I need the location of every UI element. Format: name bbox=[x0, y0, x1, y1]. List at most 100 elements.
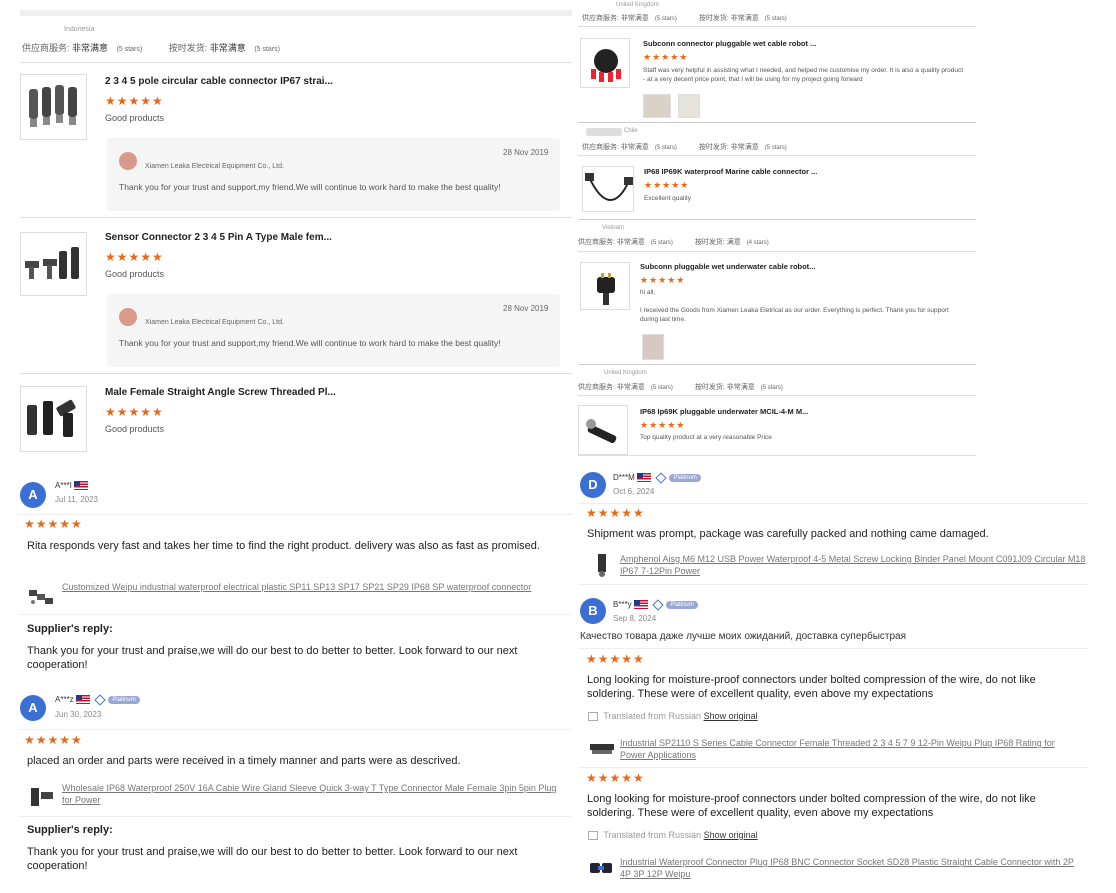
product-thumbnail[interactable] bbox=[582, 166, 634, 212]
divider bbox=[578, 455, 976, 456]
rating-line: 供应商服务: 非常满意 (5 stars) 按时发货: 非常满意 (5 star… bbox=[578, 384, 783, 391]
connector-image-icon bbox=[590, 744, 614, 754]
review-comment: Excellent quality bbox=[644, 195, 691, 202]
review-photo[interactable] bbox=[643, 94, 671, 118]
reviewer-avatar: A bbox=[20, 482, 46, 508]
divider bbox=[20, 62, 572, 63]
show-original-link[interactable]: Show original bbox=[704, 830, 758, 840]
reply-text: Thank you for your trust and support,my … bbox=[119, 182, 501, 192]
product-title[interactable]: Subconn connector pluggable wet cable ro… bbox=[643, 39, 816, 48]
rating-line: 供应商服务: 非常满意 (5 stars) 按时发货: 非常满意 (5 star… bbox=[22, 43, 280, 53]
left-top-panel: Indonesia 供应商服务: 非常满意 (5 stars) 按时发货: 非常… bbox=[20, 10, 572, 465]
product-thumbnail[interactable] bbox=[580, 262, 630, 310]
supplier-avatar bbox=[119, 152, 137, 170]
right-top-panel: United Kingdom 供应商服务: 非常满意 (5 stars) 按时发… bbox=[578, 0, 978, 460]
connector-image-icon bbox=[586, 419, 617, 443]
review-text: Rita responds very fast and takes her ti… bbox=[27, 540, 540, 552]
product-link[interactable]: Wholesale IP68 Waterproof 250V 16A Cable… bbox=[62, 782, 567, 806]
platinum-badge: Platinum bbox=[666, 600, 698, 609]
us-flag-icon bbox=[75, 695, 90, 705]
product-link[interactable]: Customized Weipu industrial waterproof e… bbox=[62, 581, 542, 593]
rating-line: 供应商服务: 非常满意 (5 stars) 按时发货: 满意 (4 stars) bbox=[578, 239, 769, 246]
reviewer-country: Chile bbox=[624, 128, 638, 134]
product-title[interactable]: 2 3 4 5 pole circular cable connector IP… bbox=[105, 76, 333, 87]
rating-stars: ★★★★★ bbox=[24, 733, 83, 747]
product-title[interactable]: IP68 IP69K waterproof Marine cable conne… bbox=[644, 167, 817, 176]
translate-icon bbox=[588, 712, 598, 722]
product-link[interactable]: Amphenol Aisg M6 M12 USB Power Waterproo… bbox=[620, 553, 1086, 577]
connector-image-icon bbox=[31, 788, 53, 806]
product-link[interactable]: Industrial SP2110 S Series Cable Connect… bbox=[620, 737, 1080, 761]
review-comment: Good products bbox=[105, 113, 165, 123]
divider bbox=[578, 767, 1088, 768]
reply-date: 28 Nov 2019 bbox=[503, 304, 549, 313]
review-text: placed an order and parts were received … bbox=[27, 755, 461, 767]
rating-stars: ★★★★★ bbox=[586, 506, 645, 520]
connector-image-icon bbox=[29, 590, 53, 604]
supplier-reply-box: Xiamen Leaka Electrical Equipment Co., L… bbox=[107, 138, 560, 211]
connector-image-icon bbox=[25, 247, 79, 279]
review-photo[interactable] bbox=[642, 334, 664, 360]
connector-image-icon bbox=[598, 554, 606, 577]
product-link-thumbnail[interactable] bbox=[588, 855, 616, 881]
supplier-avatar bbox=[119, 308, 137, 326]
product-title[interactable]: Subconn pluggable wet underwater cable r… bbox=[640, 262, 815, 271]
product-link[interactable]: Industrial Waterproof Connector Plug IP6… bbox=[620, 856, 1082, 880]
platinum-diamond-icon bbox=[655, 472, 667, 484]
reply-date: 28 Nov 2019 bbox=[503, 148, 549, 157]
rating-stars: ★★★★★ bbox=[644, 180, 690, 190]
divider bbox=[578, 219, 976, 220]
connector-image-icon bbox=[27, 399, 76, 437]
divider bbox=[578, 364, 976, 365]
connector-image-icon bbox=[591, 49, 621, 82]
connector-image-icon bbox=[29, 85, 77, 127]
reviewer-avatar: A bbox=[20, 695, 46, 721]
product-title[interactable]: IP68 Ip69K pluggable underwater MCIL-4-M… bbox=[640, 407, 808, 416]
product-thumbnail[interactable] bbox=[578, 405, 628, 455]
product-link-thumbnail[interactable] bbox=[588, 736, 616, 760]
review-date: Jun 30, 2023 bbox=[55, 710, 102, 719]
review-photo[interactable] bbox=[678, 94, 700, 118]
rating-stars: ★★★★★ bbox=[105, 405, 164, 419]
cable-image-icon bbox=[585, 173, 633, 201]
divider bbox=[18, 729, 572, 730]
supplier-reply-text: Thank you for your trust and praise,we w… bbox=[27, 645, 518, 671]
product-thumbnail[interactable] bbox=[20, 386, 87, 452]
divider bbox=[20, 217, 572, 218]
review-comment: I received the Goods from Xiamen Leaka E… bbox=[640, 307, 949, 323]
product-link-thumbnail[interactable] bbox=[27, 582, 57, 610]
rating-stars: ★★★★★ bbox=[105, 94, 164, 108]
supplier-reply-box: Xiamen Leaka Electrical Equipment Co., L… bbox=[107, 294, 560, 367]
connector-image-icon bbox=[597, 273, 615, 305]
rating-stars: ★★★★★ bbox=[586, 771, 645, 785]
divider bbox=[578, 503, 1088, 504]
product-thumbnail[interactable] bbox=[580, 38, 630, 88]
reviewer-name-line: A***z Platinum bbox=[55, 694, 140, 706]
divider bbox=[18, 614, 572, 615]
divider bbox=[578, 648, 1088, 649]
reviewer-country: Vietnam bbox=[602, 225, 624, 231]
divider bbox=[578, 584, 1088, 585]
product-thumbnail[interactable] bbox=[20, 232, 87, 296]
supplier-name: Xiamen Leaka Electrical Equipment Co., L… bbox=[145, 163, 284, 170]
divider bbox=[578, 251, 976, 252]
show-original-link[interactable]: Show original bbox=[704, 711, 758, 721]
product-title[interactable]: Male Female Straight Angle Screw Threade… bbox=[105, 387, 336, 398]
translation-line: Translated from Russian Show original bbox=[588, 711, 758, 722]
product-link-thumbnail[interactable] bbox=[27, 782, 57, 810]
divider bbox=[578, 26, 976, 27]
platinum-diamond-icon bbox=[652, 599, 664, 611]
product-link-thumbnail[interactable] bbox=[588, 552, 616, 578]
top-shadow-bar bbox=[20, 10, 572, 16]
reply-text: Thank you for your trust and support,my … bbox=[119, 338, 501, 348]
reviewer-country: United Kingdom bbox=[616, 2, 659, 8]
translation-line: Translated from Russian Show original bbox=[588, 830, 758, 841]
reviewer-name-line: D***M Platinum bbox=[613, 472, 701, 484]
us-flag-icon bbox=[633, 600, 648, 610]
left-bottom-panel: A A***I Jul 11, 2023 ★★★★★ Rita responds… bbox=[18, 468, 572, 890]
product-thumbnail[interactable] bbox=[20, 74, 87, 140]
rating-stars: ★★★★★ bbox=[640, 420, 686, 430]
product-title[interactable]: Sensor Connector 2 3 4 5 Pin A Type Male… bbox=[105, 232, 332, 243]
divider bbox=[18, 514, 572, 515]
rating-stars: ★★★★★ bbox=[643, 52, 689, 62]
